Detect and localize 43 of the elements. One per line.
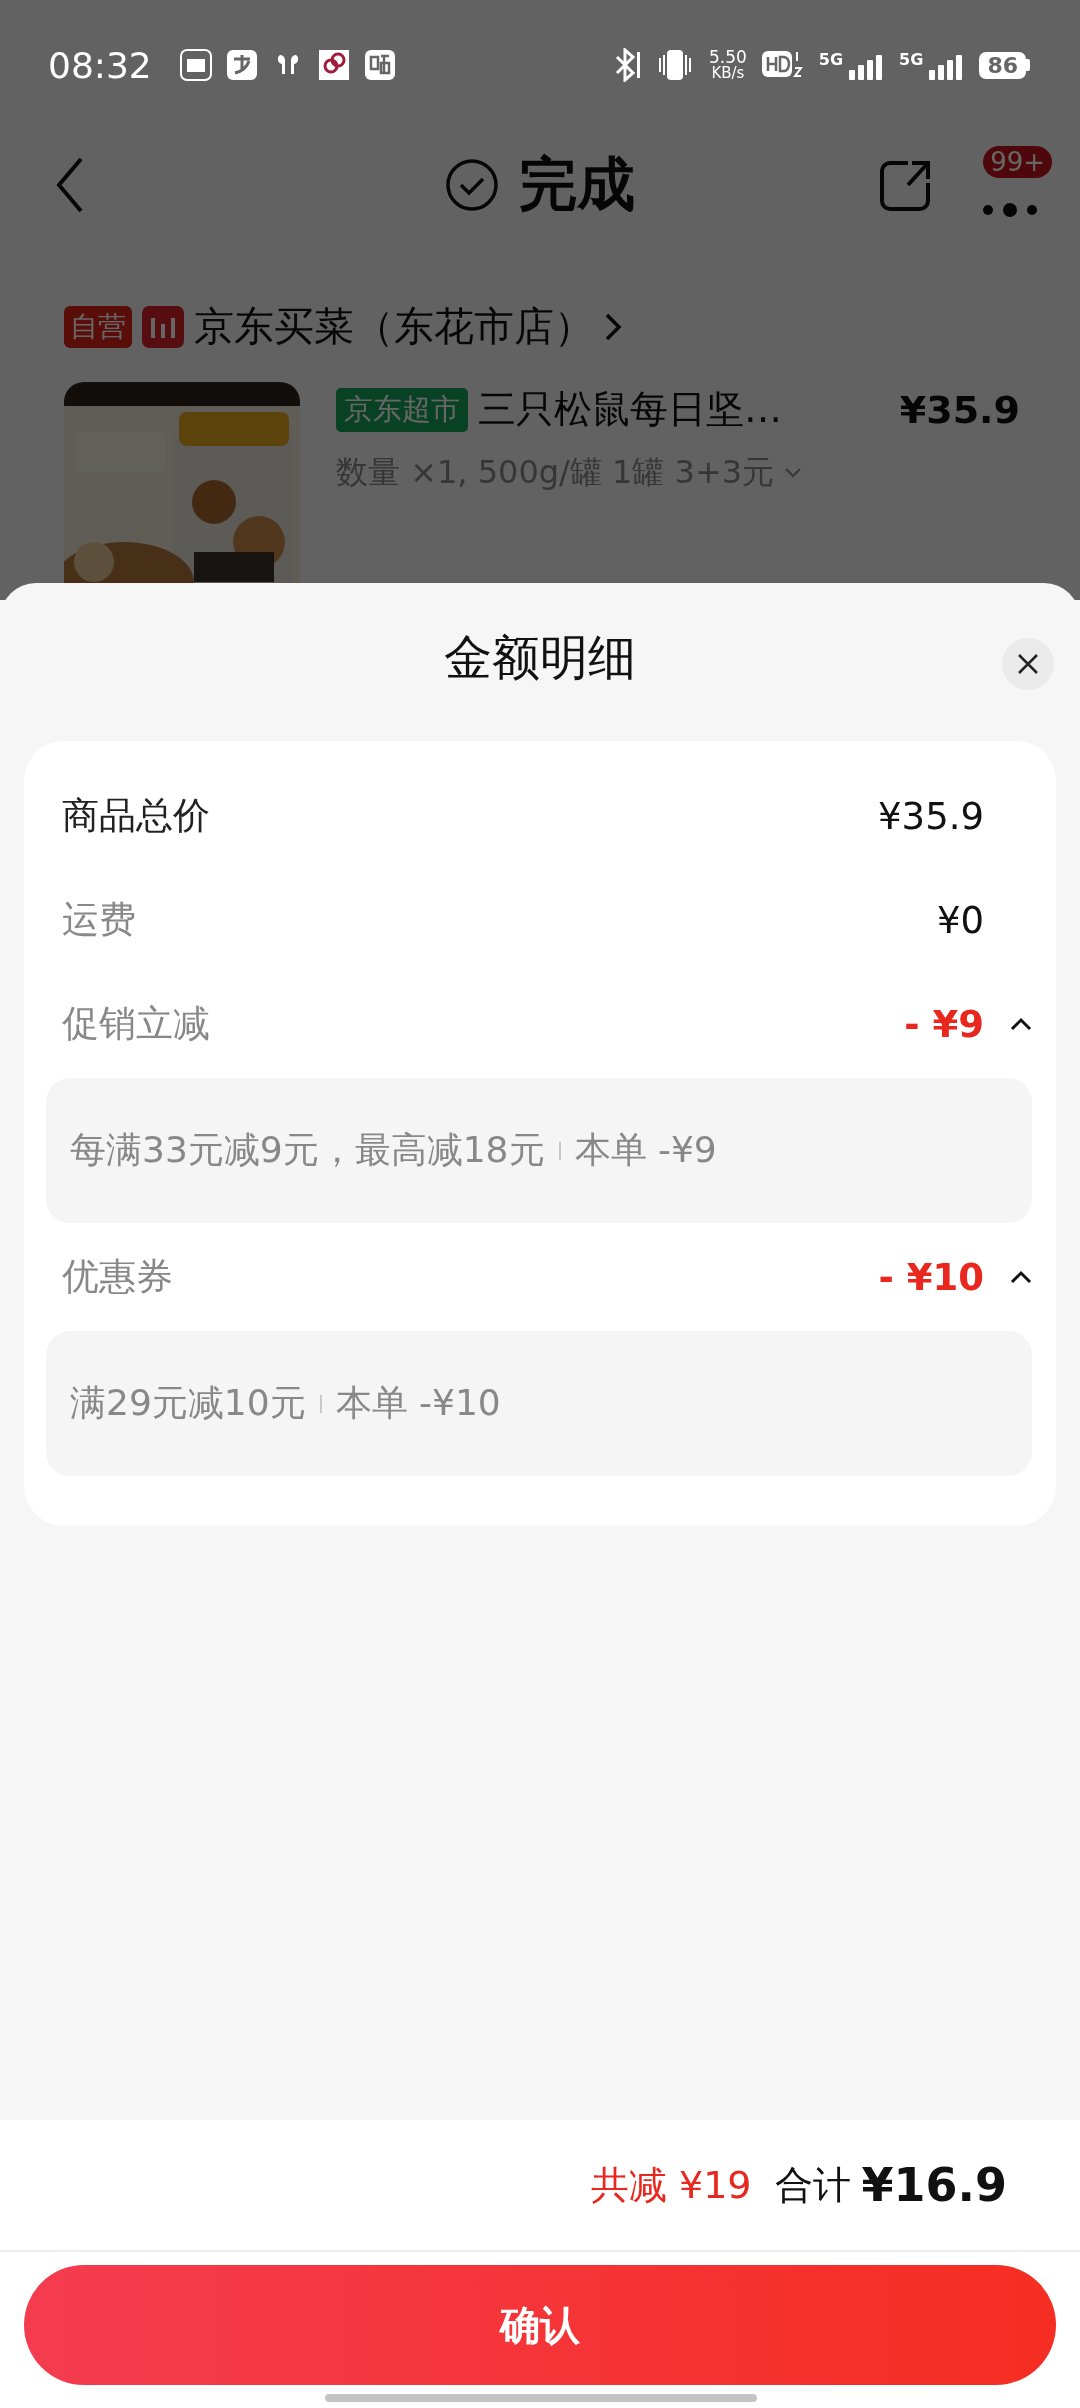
self-operated-tag: 自营: [64, 305, 132, 348]
price-value: - ¥10: [878, 1255, 984, 1299]
price-label: 商品总价: [62, 793, 211, 839]
more-icon[interactable]: [980, 200, 1040, 220]
price-label: 促销立减: [62, 1001, 211, 1047]
discount-rule: 满29元减10元: [70, 1381, 306, 1425]
notification-badge: 99+: [983, 146, 1052, 178]
network-type: 5G: [899, 50, 924, 69]
close-button[interactable]: [1002, 638, 1054, 690]
price-value: ¥0: [936, 898, 984, 942]
total-label: 合计: [775, 2161, 852, 2209]
sheet-title: 金额明细: [444, 628, 636, 687]
store-tag: 京东超市: [336, 387, 468, 432]
chevron-down-icon: [784, 467, 803, 479]
discount-amount: 本单 -¥10: [335, 1381, 501, 1425]
discount-total: 共减 ¥19: [590, 2161, 752, 2209]
close-icon: [1017, 653, 1039, 675]
product-name[interactable]: 三只松鼠每日坚…: [478, 384, 890, 435]
app-icon: [363, 49, 396, 81]
network-speed: 5.50: [709, 49, 747, 66]
page-title: 完成: [519, 149, 635, 220]
store-name[interactable]: 京东买菜（东花市店）: [194, 299, 594, 354]
discount-amount: 本单 -¥9: [574, 1128, 717, 1172]
network-type: 5G: [818, 50, 844, 69]
price-value: ¥35.9: [878, 794, 984, 838]
status-time: 08:32: [48, 44, 152, 86]
product-price: ¥35.9: [899, 387, 1020, 432]
speed-unit: KB/s: [711, 66, 745, 81]
chevron-up-icon[interactable]: [1010, 1017, 1032, 1031]
discount-rule: 每满33元减9元，最高减18元: [70, 1128, 545, 1172]
price-label: 优惠券: [62, 1254, 174, 1300]
app-icon: [317, 49, 350, 81]
price-label: 运费: [62, 897, 137, 943]
total-amount: ¥16.9: [861, 2158, 1007, 2212]
chevron-right-icon: [604, 311, 622, 342]
folder-icon: [179, 49, 212, 81]
store-logo-icon: [142, 305, 184, 348]
app-icon: [225, 49, 258, 81]
chevron-up-icon[interactable]: [1010, 1270, 1032, 1284]
check-circle-icon: [445, 158, 499, 212]
price-value: - ¥9: [904, 1002, 984, 1046]
back-icon[interactable]: [55, 155, 85, 215]
confirm-button[interactable]: 确认: [24, 2265, 1056, 2385]
